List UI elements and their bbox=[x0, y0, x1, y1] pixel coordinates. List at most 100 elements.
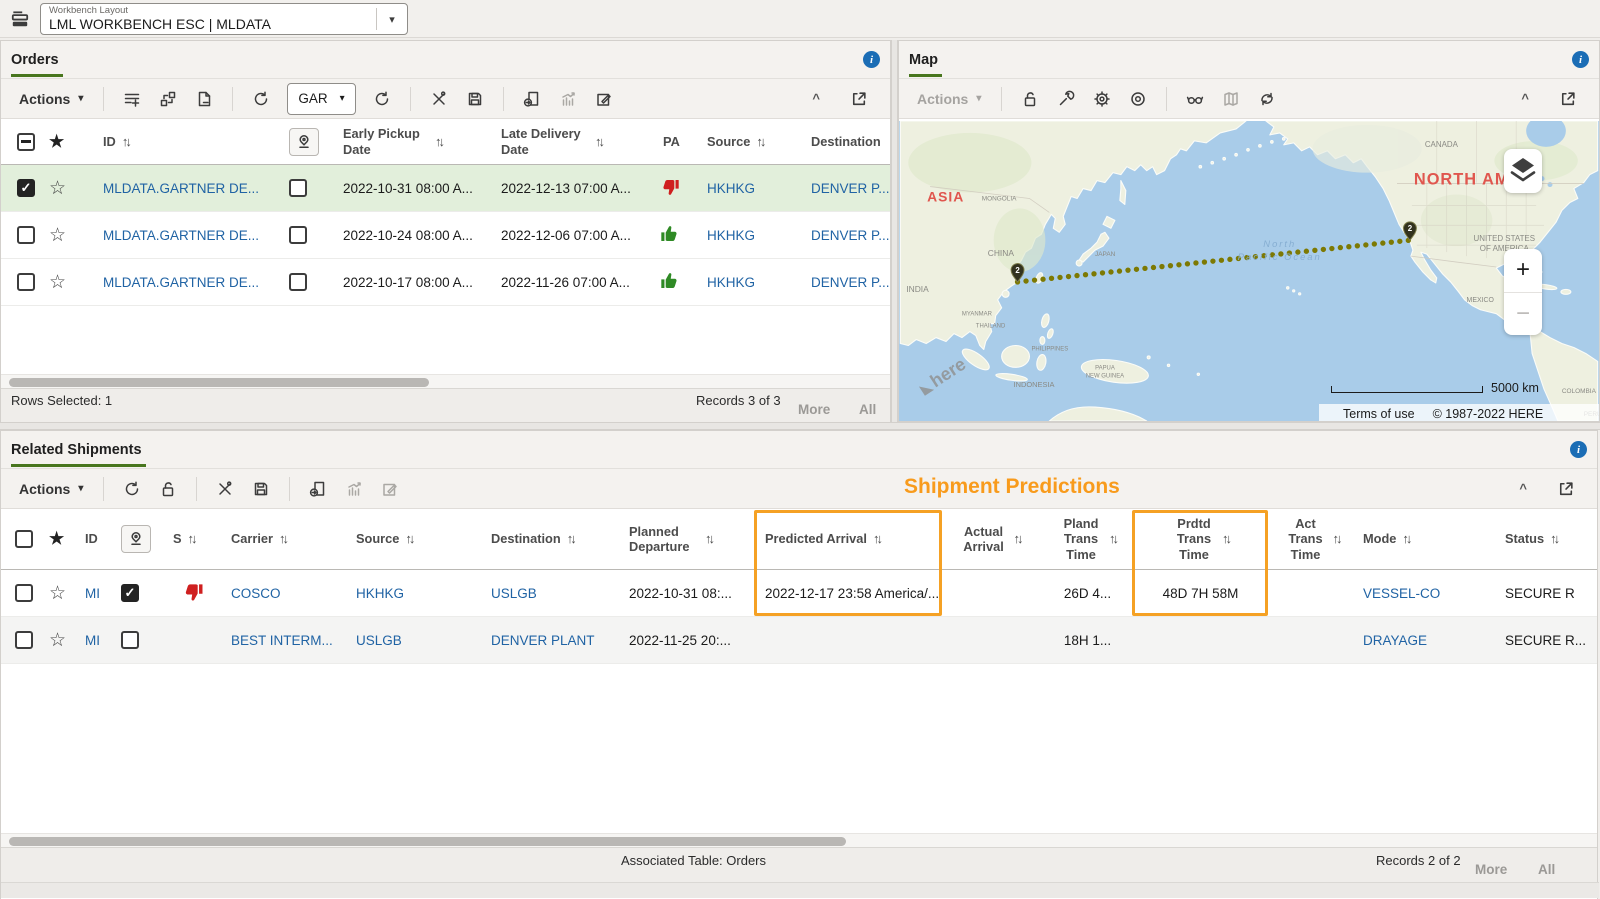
tools-icon[interactable] bbox=[209, 473, 241, 505]
col-pland-trans-time[interactable]: Pland Trans Time bbox=[1059, 516, 1103, 562]
save-icon[interactable] bbox=[459, 83, 491, 115]
gear-icon[interactable] bbox=[1086, 83, 1118, 115]
workbench-list-icon[interactable] bbox=[10, 9, 30, 34]
related-actions-button[interactable]: Actions▾ bbox=[11, 481, 91, 497]
order-id-link[interactable]: MLDATA.GARTNER DE... bbox=[79, 181, 289, 196]
zoom-out-button[interactable]: − bbox=[1504, 292, 1542, 336]
carrier-link[interactable]: COSCO bbox=[219, 586, 346, 601]
select-all-checkbox[interactable] bbox=[15, 530, 33, 548]
tools-icon[interactable] bbox=[423, 83, 455, 115]
favorite-star-icon[interactable]: ☆ bbox=[49, 582, 85, 605]
favorite-star-icon[interactable]: ☆ bbox=[49, 629, 85, 652]
map-canvas[interactable]: 2 2 ASIA MONGOLIA CHINA JAPAN INDIA MYAN… bbox=[899, 121, 1599, 421]
col-early-pickup[interactable]: Early Pickup Date bbox=[343, 126, 429, 157]
collapse-panel-icon[interactable]: ^ bbox=[1521, 91, 1529, 106]
map-actions-button[interactable]: Actions▾ bbox=[909, 91, 989, 107]
export-icon[interactable] bbox=[302, 473, 334, 505]
save-icon[interactable] bbox=[245, 473, 277, 505]
destination-link[interactable]: USLGB bbox=[481, 586, 619, 601]
row-flag-checkbox[interactable] bbox=[121, 584, 139, 602]
remove-document-icon[interactable] bbox=[188, 83, 220, 115]
open-in-new-icon[interactable] bbox=[1551, 83, 1583, 115]
col-id[interactable]: ID bbox=[85, 531, 98, 546]
col-s[interactable]: S bbox=[173, 531, 182, 546]
sort-icon[interactable]: ↑↓ bbox=[873, 531, 880, 547]
col-destination[interactable]: Destination bbox=[811, 134, 881, 149]
order-id-link[interactable]: MLDATA.GARTNER DE... bbox=[79, 228, 289, 243]
unlock-icon[interactable] bbox=[152, 473, 184, 505]
col-act-trans-time[interactable]: Act Trans Time bbox=[1285, 516, 1327, 562]
sort-icon[interactable]: ↑↓ bbox=[756, 134, 763, 150]
row-checkbox[interactable] bbox=[15, 631, 33, 649]
sort-icon[interactable]: ↑↓ bbox=[188, 531, 195, 547]
unlock-icon[interactable] bbox=[1014, 83, 1046, 115]
more-button[interactable]: More bbox=[1475, 862, 1507, 877]
order-row[interactable]: ☆ MLDATA.GARTNER DE... 2022-10-17 08:00 … bbox=[1, 259, 890, 306]
col-prdtd-trans-time[interactable]: Prdtd Trans Time bbox=[1172, 516, 1216, 562]
map-info-icon[interactable]: i bbox=[1572, 51, 1589, 68]
sort-icon[interactable]: ↑↓ bbox=[567, 531, 574, 547]
related-shipments-tab[interactable]: Related Shipments bbox=[11, 433, 146, 467]
collapse-panel-icon[interactable]: ^ bbox=[812, 91, 820, 106]
col-source[interactable]: Source bbox=[356, 531, 399, 546]
col-carrier[interactable]: Carrier bbox=[231, 531, 273, 546]
favorite-column-icon[interactable]: ★ bbox=[49, 529, 85, 549]
terms-link[interactable]: Terms of use bbox=[1343, 407, 1415, 421]
col-status[interactable]: Status bbox=[1505, 531, 1544, 546]
map-icon[interactable] bbox=[1215, 83, 1247, 115]
favorite-star-icon[interactable]: ☆ bbox=[49, 177, 79, 200]
sort-icon[interactable]: ↑↓ bbox=[1550, 531, 1557, 547]
source-link[interactable]: HKHKG bbox=[703, 181, 807, 196]
location-pin-button[interactable] bbox=[289, 128, 319, 156]
sort-icon[interactable]: ↑↓ bbox=[435, 134, 442, 150]
shipment-id-link[interactable]: MI bbox=[85, 633, 121, 648]
col-destination[interactable]: Destination bbox=[491, 531, 561, 546]
sort-icon[interactable]: ↑↓ bbox=[595, 134, 602, 150]
order-id-link[interactable]: MLDATA.GARTNER DE... bbox=[79, 275, 289, 290]
order-row[interactable]: ☆ MLDATA.GARTNER DE... 2022-10-24 08:00 … bbox=[1, 212, 890, 259]
chart-icon[interactable] bbox=[552, 83, 584, 115]
add-rows-icon[interactable] bbox=[116, 83, 148, 115]
sync-icon[interactable] bbox=[1251, 83, 1283, 115]
sort-icon[interactable]: ↑↓ bbox=[405, 531, 412, 547]
mode-link[interactable]: DRAYAGE bbox=[1357, 633, 1503, 648]
zoom-in-button[interactable]: + bbox=[1504, 249, 1542, 292]
sort-icon[interactable]: ↑↓ bbox=[1109, 531, 1116, 547]
sort-icon[interactable]: ↑↓ bbox=[1014, 531, 1021, 547]
sort-icon[interactable]: ↑↓ bbox=[122, 134, 129, 150]
sort-icon[interactable]: ↑↓ bbox=[705, 531, 712, 547]
target-icon[interactable] bbox=[1122, 83, 1154, 115]
col-mode[interactable]: Mode bbox=[1363, 531, 1396, 546]
more-button[interactable]: More bbox=[798, 402, 830, 417]
scrollbar-thumb[interactable] bbox=[9, 837, 846, 846]
source-link[interactable]: HKHKG bbox=[703, 275, 807, 290]
destination-link[interactable]: DENVER P... bbox=[807, 228, 890, 243]
col-source[interactable]: Source bbox=[707, 134, 750, 149]
source-link[interactable]: HKHKG bbox=[703, 228, 807, 243]
row-checkbox[interactable] bbox=[15, 584, 33, 602]
select-all-checkbox[interactable] bbox=[17, 133, 35, 151]
favorite-column-icon[interactable]: ★ bbox=[49, 132, 79, 152]
combo-dropdown-icon[interactable]: ▾ bbox=[377, 4, 407, 34]
row-checkbox[interactable] bbox=[17, 273, 35, 291]
edit-icon[interactable] bbox=[588, 83, 620, 115]
shipment-row[interactable]: ☆ MI BEST INTERM... USLGB DENVER PLANT 2… bbox=[1, 617, 1597, 664]
order-row[interactable]: ☆ MLDATA.GARTNER DE... 2022-10-31 08:00 … bbox=[1, 165, 890, 212]
refresh-icon[interactable] bbox=[116, 473, 148, 505]
glasses-icon[interactable] bbox=[1179, 83, 1211, 115]
related-info-icon[interactable]: i bbox=[1570, 441, 1587, 458]
open-in-new-icon[interactable] bbox=[842, 83, 874, 115]
reload-icon[interactable] bbox=[366, 83, 398, 115]
saved-query-select[interactable]: GAR▾ bbox=[287, 83, 355, 115]
col-id[interactable]: ID bbox=[103, 134, 116, 149]
location-pin-button[interactable] bbox=[121, 525, 151, 553]
sort-icon[interactable]: ↑↓ bbox=[1402, 531, 1409, 547]
mode-link[interactable]: VESSEL-CO bbox=[1357, 586, 1503, 601]
wrench-icon[interactable] bbox=[1050, 83, 1082, 115]
related-horizontal-scrollbar[interactable] bbox=[1, 833, 1597, 847]
sort-icon[interactable]: ↑↓ bbox=[1222, 531, 1229, 547]
col-late-delivery[interactable]: Late Delivery Date bbox=[501, 126, 589, 157]
row-flag-checkbox[interactable] bbox=[289, 179, 307, 197]
sort-icon[interactable]: ↑↓ bbox=[1333, 531, 1340, 547]
vertical-splitter[interactable] bbox=[891, 40, 898, 422]
